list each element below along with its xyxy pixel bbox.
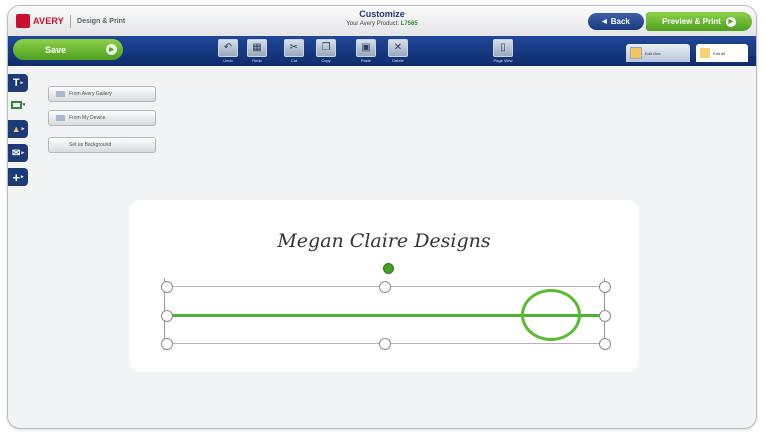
chevron-right-icon: ▸ (21, 126, 25, 132)
shapes-tool-button[interactable]: ▲ ▸ (8, 120, 28, 138)
delete-label: Delete (392, 58, 404, 63)
redo-button[interactable]: ▦ Redo (246, 39, 268, 64)
redo-icon: ▦ (247, 39, 267, 57)
undo-icon: ↶ (218, 39, 238, 57)
edit-all-icon (700, 48, 710, 58)
page-title: Customize (359, 9, 405, 19)
set-as-background-button[interactable]: Set as Background (48, 137, 156, 153)
set-as-background-label: Set as Background (69, 142, 112, 148)
rotate-handle[interactable] (383, 263, 394, 274)
from-avery-gallery-button[interactable]: From Avery Gallery (48, 86, 156, 102)
tab-edit-one-label: Edit One (645, 50, 661, 56)
copy-icon: ❐ (316, 39, 336, 57)
edit-one-icon (630, 47, 642, 59)
upload-icon (56, 115, 65, 121)
back-arrow-icon: ◀ (602, 19, 607, 25)
page-view-button[interactable]: ▯ Page View (492, 39, 514, 64)
resize-handle-right[interactable] (599, 310, 611, 322)
resize-handle-bottom-right[interactable] (599, 338, 611, 350)
product-sku: L7565 (400, 21, 418, 27)
undo-label: Undo (223, 58, 233, 63)
text-icon: T (12, 77, 20, 89)
paste-button[interactable]: ▣ Paste (355, 39, 377, 64)
forward-arrow-icon: ▶ (725, 16, 736, 27)
from-avery-gallery-label: From Avery Gallery (69, 91, 112, 97)
app-window: AVERY Design & Print Customize Your Aver… (7, 5, 757, 429)
chevron-right-icon: ▸ (20, 80, 24, 86)
copy-button[interactable]: ❐ Copy (315, 39, 337, 64)
product-info-label: Your Avery Product: (346, 21, 399, 27)
main-toolbar: Save ▶ ↶ Undo ▦ Redo ✂ Cut ❐ Copy ▣ Past… (8, 36, 756, 66)
resize-handle-bottom-left[interactable] (161, 338, 173, 350)
save-button[interactable]: Save ▶ (13, 39, 123, 60)
delete-icon: ✕ (388, 39, 408, 57)
delete-button[interactable]: ✕ Delete (387, 39, 409, 64)
text-tool-button[interactable]: T ▸ (8, 74, 28, 92)
design-canvas[interactable]: Megan Claire Designs (129, 200, 639, 372)
mail-merge-icon: ✉ (12, 147, 21, 159)
gallery-icon (56, 91, 65, 97)
image-icon (10, 101, 22, 109)
page-view-label: Page View (493, 58, 513, 63)
undo-button[interactable]: ↶ Undo (217, 39, 239, 64)
resize-handle-top-left[interactable] (161, 281, 173, 293)
cut-button[interactable]: ✂ Cut (283, 39, 305, 64)
tab-edit-all-label: Edit All (713, 50, 726, 56)
back-button[interactable]: ◀ Back (588, 13, 644, 30)
from-my-device-button[interactable]: From My Device (48, 110, 156, 126)
mail-merge-tool-button[interactable]: ✉ ▸ (8, 144, 28, 162)
paste-label: Paste (360, 58, 372, 63)
preview-print-label: Preview & Print (662, 17, 721, 26)
page-view-icon: ▯ (493, 39, 513, 57)
preview-print-button[interactable]: Preview & Print ▶ (646, 12, 752, 31)
resize-handle-top[interactable] (379, 281, 391, 293)
add-more-icon: + (12, 169, 21, 185)
back-button-label: Back (610, 17, 630, 26)
save-button-label: Save (45, 44, 67, 55)
add-more-tool-button[interactable]: + ▸ (8, 168, 28, 186)
design-title-text[interactable]: Megan Claire Designs (129, 230, 639, 252)
tab-edit-all[interactable]: Edit All (696, 44, 748, 62)
cut-icon: ✂ (284, 39, 304, 57)
image-tool-button[interactable]: ▾ (8, 96, 28, 114)
redo-label: Redo (252, 58, 262, 63)
background-icon (56, 142, 65, 148)
shapes-icon: ▲ (11, 124, 21, 134)
resize-handle-left[interactable] (161, 310, 173, 322)
highlight-circle (521, 289, 581, 341)
cut-label: Cut (290, 58, 298, 63)
paste-icon: ▣ (356, 39, 376, 57)
tab-edit-one[interactable]: Edit One (626, 44, 690, 62)
top-header: AVERY Design & Print Customize Your Aver… (8, 6, 756, 37)
resize-handle-top-right[interactable] (599, 281, 611, 293)
save-dropdown-icon: ▶ (106, 44, 117, 55)
chevron-down-icon: ▾ (22, 102, 26, 108)
chevron-right-icon: ▸ (21, 174, 24, 180)
from-my-device-label: From My Device (69, 115, 106, 121)
resize-handle-bottom[interactable] (379, 338, 391, 350)
copy-label: Copy (321, 58, 331, 63)
chevron-right-icon: ▸ (21, 150, 24, 156)
